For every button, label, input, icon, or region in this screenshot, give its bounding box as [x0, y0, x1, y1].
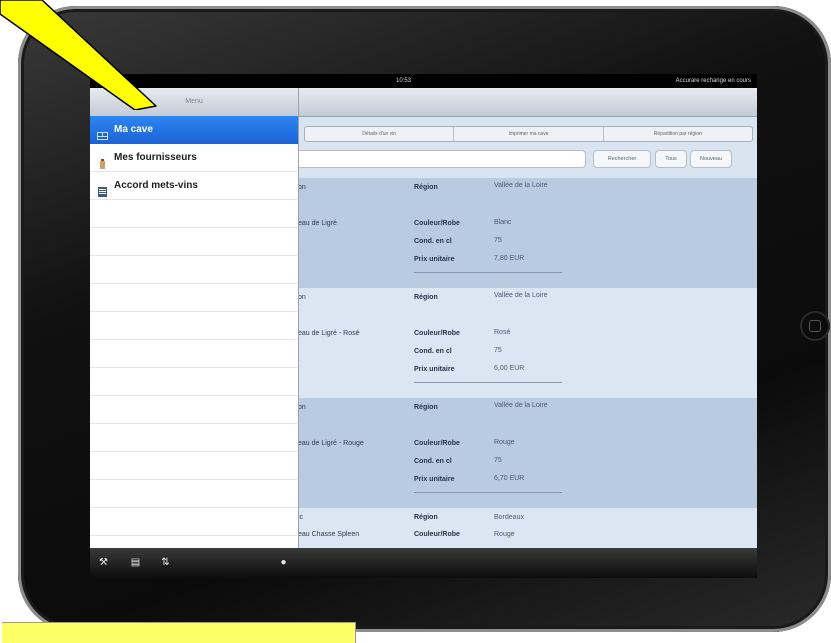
callout-box: [2, 622, 356, 643]
trash-icon[interactable]: ▤: [130, 557, 141, 568]
color-label: Couleur/Robe: [414, 330, 460, 337]
region-value: Vallée de la Loire: [494, 292, 548, 299]
list-item[interactable]: on eau de Ligré Région Vallée de la Loir…: [298, 178, 757, 289]
region-label: Région: [414, 404, 438, 411]
price-value: 7,80 EUR: [494, 255, 525, 262]
side-menu: Menu Ma cave Mes fournisseurs Accord met…: [90, 88, 299, 548]
tab-region-breakdown[interactable]: Répartition par région: [602, 127, 752, 141]
region-label: Région: [414, 184, 438, 191]
color-label: Couleur/Robe: [414, 220, 460, 227]
tab-print-cellar[interactable]: Imprimer ma cave: [453, 127, 602, 141]
wine-type: on: [298, 184, 306, 191]
color-label: Couleur/Robe: [414, 440, 460, 447]
volume-value: 75: [494, 457, 502, 464]
bottom-toolbar: ⚒ ▤ ⇅ ●: [90, 548, 757, 578]
volume-label: Cond. en cl: [414, 458, 452, 465]
view-tabs: Détails d'un vin Imprimer ma cave Répart…: [304, 126, 753, 142]
home-button[interactable]: [800, 311, 830, 341]
main-navbar: [298, 88, 757, 117]
menu-item-mes-fournisseurs[interactable]: Mes fournisseurs: [90, 144, 298, 172]
menu-item-label: Accord mets-vins: [114, 180, 198, 191]
show-all-button[interactable]: Tous: [655, 150, 687, 168]
info-icon[interactable]: ●: [278, 557, 289, 568]
volume-value: 75: [494, 237, 502, 244]
region-label: Région: [414, 514, 438, 521]
search-row: Rechercher Tous Nouveau: [298, 150, 757, 168]
wine-name: eau de Ligré: [298, 220, 337, 227]
volume-value: 75: [494, 347, 502, 354]
wrench-icon[interactable]: ⚒: [98, 557, 109, 568]
price-value: 6,00 EUR: [494, 365, 525, 372]
color-label: Couleur/Robe: [414, 531, 460, 538]
wine-name: eau de Ligré - Rouge: [298, 440, 364, 447]
list-item[interactable]: on eau de Ligré - Rosé Région Vallée de …: [298, 288, 757, 399]
app-screen: iPad 10:53 Accurare rechange en cours Dé…: [90, 74, 757, 578]
price-label: Prix unitaire: [414, 256, 455, 263]
menu-item-label: Ma cave: [114, 124, 153, 135]
color-value: Blanc: [494, 219, 512, 226]
volume-label: Cond. en cl: [414, 238, 452, 245]
region-label: Région: [414, 294, 438, 301]
search-input[interactable]: [298, 150, 586, 168]
tab-wine-details[interactable]: Détails d'un vin: [305, 127, 453, 141]
color-value: Rosé: [494, 329, 511, 336]
price-value: 6,70 EUR: [494, 475, 525, 482]
cellar-icon: [97, 125, 108, 140]
row-divider: [414, 382, 562, 383]
wine-type: on: [298, 404, 306, 411]
wine-name: eau de Ligré - Rosé: [298, 330, 360, 337]
volume-label: Cond. en cl: [414, 348, 452, 355]
wine-list: on eau de Ligré Région Vallée de la Loir…: [298, 178, 757, 578]
wine-type: on: [298, 294, 306, 301]
color-value: Rouge: [494, 531, 515, 538]
list-item[interactable]: on eau de Ligré - Rouge Région Vallée de…: [298, 398, 757, 509]
main-panel: Détails d'un vin Imprimer ma cave Répart…: [298, 88, 757, 578]
region-value: Bordeaux: [494, 514, 524, 521]
menu-item-label: Mes fournisseurs: [114, 152, 197, 163]
clock: 10:53: [396, 78, 412, 84]
region-value: Vallée de la Loire: [494, 402, 548, 409]
callout-arrow: [0, 0, 157, 110]
sort-icon[interactable]: ⇅: [160, 557, 171, 568]
food-pairing-icon: [97, 181, 108, 197]
search-button[interactable]: Rechercher: [593, 150, 651, 168]
wine-name: eau Chasse Spleen: [298, 531, 360, 538]
new-button[interactable]: Nouveau: [690, 150, 732, 168]
price-label: Prix unitaire: [414, 476, 455, 483]
row-divider: [414, 272, 562, 273]
battery-status: Accurare rechange en cours: [675, 78, 751, 84]
supplier-icon: [97, 153, 108, 169]
color-value: Rouge: [494, 439, 515, 446]
menu-item-accord-mets-vins[interactable]: Accord mets-vins: [90, 172, 298, 200]
price-label: Prix unitaire: [414, 366, 455, 373]
status-bar: iPad 10:53 Accurare rechange en cours: [90, 74, 757, 88]
row-divider: [414, 492, 562, 493]
region-value: Vallée de la Loire: [494, 182, 548, 189]
menu-item-ma-cave[interactable]: Ma cave: [90, 116, 298, 144]
